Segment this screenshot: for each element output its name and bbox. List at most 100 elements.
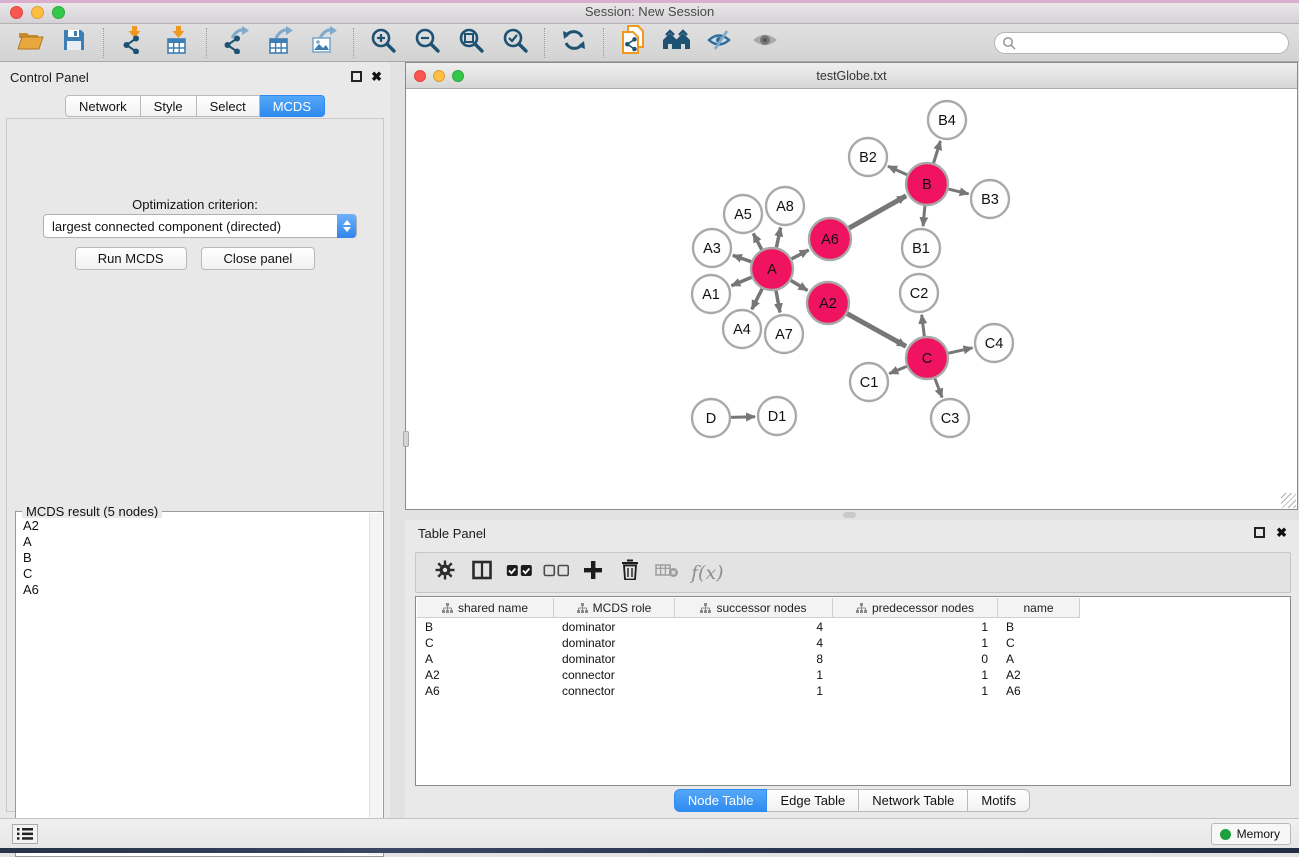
task-history-button[interactable] [12, 824, 38, 844]
graph-edge-C-C3[interactable] [935, 379, 942, 398]
table-close-panel-icon[interactable]: ✖ [1276, 525, 1287, 541]
select-all-checkboxes-button[interactable] [500, 554, 537, 591]
zoom-out-button[interactable] [405, 26, 449, 60]
tab-network-table[interactable]: Network Table [859, 789, 968, 812]
delete-column-button[interactable] [611, 554, 648, 591]
mcds-result-list[interactable]: A2ABCA6 [18, 518, 368, 854]
graph-node-B4[interactable]: B4 [928, 101, 966, 139]
graph-edge-B-B1[interactable] [923, 206, 925, 226]
export-network-button[interactable] [214, 26, 258, 60]
hide-selected-button[interactable] [699, 26, 743, 60]
graph-edge-C-C1[interactable] [889, 366, 906, 373]
graph-node-D1[interactable]: D1 [758, 397, 796, 435]
search-input[interactable] [994, 32, 1289, 54]
panel-splitter-handle[interactable] [403, 431, 409, 447]
mcds-result-item[interactable]: A2 [18, 518, 368, 534]
optimization-criterion-select[interactable]: largest connected component (directed) [43, 214, 357, 238]
graph-edge-B-B3[interactable] [948, 189, 968, 194]
close-panel-button[interactable]: Close panel [201, 247, 316, 270]
graph-node-A3[interactable]: A3 [693, 229, 731, 267]
graph-node-A5[interactable]: A5 [724, 195, 762, 233]
add-column-button[interactable] [574, 554, 611, 591]
unselect-all-checkboxes-button[interactable] [537, 554, 574, 591]
graph-edge-B-B2[interactable] [888, 166, 907, 175]
split-columns-button[interactable] [463, 554, 500, 591]
mcds-result-item[interactable]: A [18, 534, 368, 550]
graph-node-B3[interactable]: B3 [971, 180, 1009, 218]
column-header-shared-name[interactable]: shared name [417, 598, 554, 618]
graph-node-C4[interactable]: C4 [975, 324, 1013, 362]
tab-edge-table[interactable]: Edge Table [767, 789, 859, 812]
graph-edge-A-A2[interactable] [791, 280, 808, 290]
graph-edge-A-A3[interactable] [733, 255, 751, 261]
graph-node-A8[interactable]: A8 [766, 187, 804, 225]
mcds-result-item[interactable]: B [18, 550, 368, 566]
float-panel-icon[interactable] [351, 71, 362, 82]
graph-node-B2[interactable]: B2 [849, 138, 887, 176]
graph-edge-A-A5[interactable] [753, 234, 761, 250]
graph-edge-A-A7[interactable] [776, 291, 780, 313]
column-header-successor-nodes[interactable]: successor nodes [675, 598, 833, 618]
mcds-result-item[interactable]: A6 [18, 582, 368, 598]
zoom-in-button[interactable] [361, 26, 405, 60]
horizontal-splitter-handle[interactable] [843, 512, 856, 518]
table-float-panel-icon[interactable] [1254, 527, 1265, 538]
graph-node-A1[interactable]: A1 [692, 275, 730, 313]
graph-node-B[interactable]: B [906, 163, 948, 205]
table-row[interactable]: A6connector11A6 [417, 683, 1289, 699]
mcds-result-item[interactable]: C [18, 566, 368, 582]
graph-edge-B-B4[interactable] [934, 141, 941, 163]
gear-button[interactable] [426, 554, 463, 591]
memory-button[interactable]: Memory [1211, 823, 1291, 845]
graph-edge-A-A8[interactable] [776, 228, 780, 248]
graph-edge-A2-C[interactable] [847, 314, 906, 347]
graph-node-D[interactable]: D [692, 399, 730, 437]
export-image-button[interactable] [302, 26, 346, 60]
tab-motifs[interactable]: Motifs [968, 789, 1030, 812]
tab-network[interactable]: Network [65, 95, 141, 117]
graph-edge-A-A4[interactable] [752, 289, 762, 310]
graph-node-C1[interactable]: C1 [850, 363, 888, 401]
column-header-MCDS-role[interactable]: MCDS role [554, 598, 675, 618]
table-row[interactable]: Cdominator41C [417, 635, 1289, 651]
tab-select[interactable]: Select [197, 95, 260, 117]
new-network-from-selection-button[interactable] [611, 26, 655, 60]
graph-node-B1[interactable]: B1 [902, 229, 940, 267]
mcds-result-scrollbar[interactable] [369, 513, 382, 855]
tab-node-table[interactable]: Node Table [674, 789, 768, 812]
network-graph-canvas[interactable]: A A1 A3 A4 A5 A7 A8 A6 A2 B B1 B2 B3 B4 … [406, 89, 1297, 509]
graph-node-A4[interactable]: A4 [723, 310, 761, 348]
table-row[interactable]: Bdominator41B [417, 619, 1289, 635]
zoom-selected-button[interactable] [493, 26, 537, 60]
table-row[interactable]: Adominator80A [417, 651, 1289, 667]
graph-edge-A6-B[interactable] [849, 196, 906, 228]
run-mcds-button[interactable]: Run MCDS [75, 247, 187, 270]
refresh-network-button[interactable] [552, 26, 596, 60]
table-row[interactable]: A2connector11A2 [417, 667, 1289, 683]
open-session-button[interactable] [8, 26, 52, 60]
graph-edge-C-C2[interactable] [922, 315, 925, 336]
close-panel-icon[interactable]: ✖ [371, 69, 382, 85]
graph-node-A6[interactable]: A6 [809, 218, 851, 260]
graph-edge-C-C4[interactable] [949, 348, 973, 353]
resize-grip-icon[interactable] [1281, 493, 1296, 508]
graph-node-A2[interactable]: A2 [807, 282, 849, 324]
save-session-button[interactable] [52, 26, 96, 60]
column-header-name[interactable]: name [998, 598, 1080, 618]
import-table-button[interactable] [155, 26, 199, 60]
show-graphics-details-button[interactable] [743, 26, 787, 60]
graph-node-A[interactable]: A [751, 248, 793, 290]
tab-style[interactable]: Style [141, 95, 197, 117]
export-table-button[interactable] [258, 26, 302, 60]
first-neighbors-button[interactable] [655, 26, 699, 60]
graph-edge-A-A6[interactable] [792, 250, 809, 259]
graph-node-A7[interactable]: A7 [765, 315, 803, 353]
graph-edge-D-D1[interactable] [731, 417, 755, 418]
graph-node-C3[interactable]: C3 [931, 399, 969, 437]
import-network-button[interactable] [111, 26, 155, 60]
graph-node-C2[interactable]: C2 [900, 274, 938, 312]
graph-edge-A-A1[interactable] [731, 277, 751, 285]
network-window-titlebar[interactable]: testGlobe.txt [406, 63, 1297, 89]
column-header-predecessor-nodes[interactable]: predecessor nodes [833, 598, 998, 618]
graph-node-C[interactable]: C [906, 337, 948, 379]
